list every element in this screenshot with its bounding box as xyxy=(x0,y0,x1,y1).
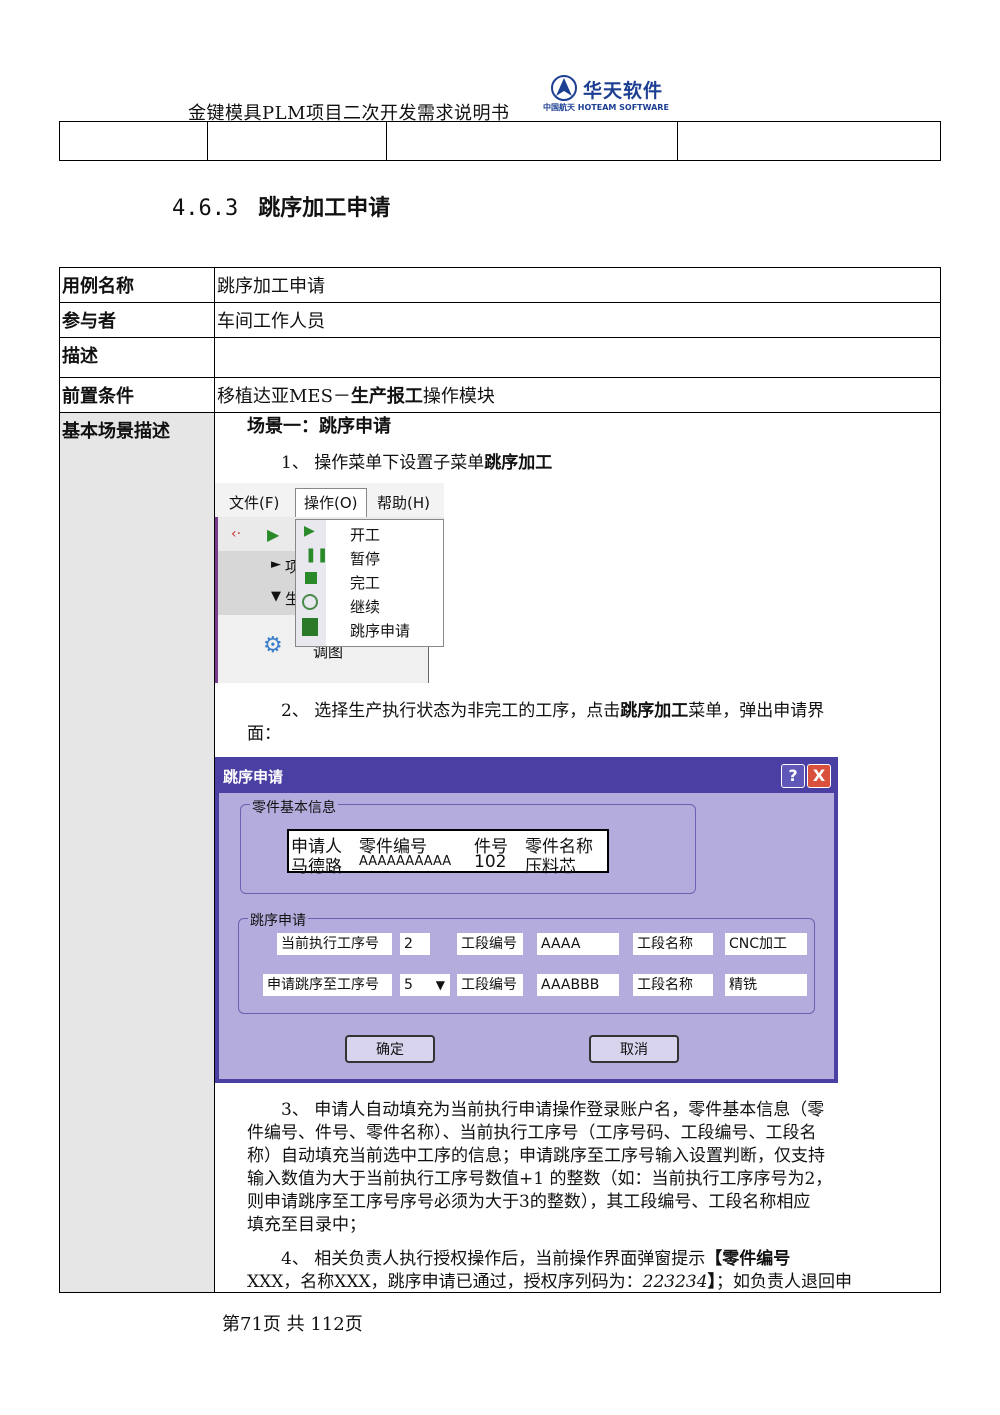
current-segment-no-label: 工段编号 xyxy=(457,933,523,955)
step-3-line-4: 输入数值为大于当前执行工序号数值+1 的整数（如：当前执行工序序号为2， xyxy=(247,1169,833,1189)
step-2-line-2: 面： xyxy=(247,724,281,744)
ok-button[interactable]: 确定 xyxy=(345,1035,435,1063)
stop-icon xyxy=(305,572,317,584)
part-info-group-label: 零件基本信息 xyxy=(250,797,338,817)
current-segment-name-input[interactable]: CNC加工 xyxy=(725,933,807,955)
menu-item-complete[interactable]: 完工 xyxy=(350,572,380,593)
grid-value-applicant: 马德路 xyxy=(291,857,342,877)
step-2-line-1: 2、 选择生产执行状态为非完工的工序，点击跳序加工菜单，弹出申请界 xyxy=(281,701,825,721)
row-label-actor: 参与者 xyxy=(62,311,116,332)
jump-request-dialog: 跳序申请 ? X 零件基本信息 申请人 零件编号 件号 零件名称 马德路 AAA… xyxy=(215,757,838,1083)
pause-icon: ❚❚ xyxy=(305,547,329,563)
resume-icon xyxy=(302,594,318,610)
section-heading: 4.6.3 跳序加工申请 xyxy=(172,190,390,222)
header-table xyxy=(59,121,941,161)
step-3-line-5: 则申请跳序至工序号序号必须为大于3的整数），其工段编号、工段名称相应 xyxy=(247,1192,811,1212)
row-label-use-case-name: 用例名称 xyxy=(62,276,134,297)
menu-screenshot: 文件(F) 操作(O) 帮助(H) ‹· ▶ ► 项 ▼ 生 ⚙ 调图 ▶ ❚❚… xyxy=(215,483,444,683)
menu-file[interactable]: 文件(F) xyxy=(229,492,279,513)
jump-request-group-label: 跳序申请 xyxy=(248,910,308,930)
target-step-select[interactable]: 5 ▼ xyxy=(400,974,450,996)
row-label-precondition: 前置条件 xyxy=(62,386,134,407)
menu-operation[interactable]: 操作(O) xyxy=(304,492,358,513)
start-icon: ▶ xyxy=(304,523,315,539)
target-segment-no-input[interactable]: AAABBB xyxy=(537,974,619,996)
grid-value-part-no: AAAAAAAAAA xyxy=(359,854,452,869)
row-label-basic-scenario: 基本场景描述 xyxy=(62,421,170,442)
step-3-line-3: 称）自动填充当前选中工序的信息；申请跳序至工序号输入设置判断，仅支持 xyxy=(247,1146,825,1166)
part-info-grid: 申请人 零件编号 件号 零件名称 马德路 AAAAAAAAAA 102 压料芯 xyxy=(287,829,609,877)
row-value-precondition: 移植达亚MES－生产报工操作模块 xyxy=(217,386,495,407)
current-step-label: 当前执行工序号 xyxy=(277,933,392,955)
target-segment-no-label: 工段编号 xyxy=(457,974,523,996)
menu-help[interactable]: 帮助(H) xyxy=(377,492,430,513)
help-icon[interactable]: ? xyxy=(781,764,805,788)
gear-icon: ⚙ xyxy=(263,633,283,658)
step-3-line-6: 填充至目录中； xyxy=(247,1215,366,1235)
menu-item-resume[interactable]: 继续 xyxy=(350,596,380,617)
row-value-use-case-name: 跳序加工申请 xyxy=(217,276,325,297)
dialog-title: 跳序申请 xyxy=(223,768,284,786)
back-icon[interactable]: ‹· xyxy=(231,526,241,542)
current-step-input[interactable]: 2 xyxy=(400,933,430,955)
cancel-button[interactable]: 取消 xyxy=(589,1035,679,1063)
close-icon[interactable]: X xyxy=(807,764,831,788)
company-logo: 华天软件 中国航天 HOTEAM SOFTWARE xyxy=(543,74,669,114)
current-segment-name-label: 工段名称 xyxy=(633,933,713,955)
step-3-line-1: 3、 申请人自动填充为当前执行申请操作登录账户名，零件基本信息（零 xyxy=(281,1100,825,1120)
section-number: 4.6.3 xyxy=(172,196,239,221)
step-1: 1、 操作菜单下设置子菜单跳序加工 xyxy=(281,453,553,473)
step-4-line-2: XXX，名称XXX，跳序申请已通过，授权序列码为：223234】；如负责人退回申 xyxy=(247,1272,853,1292)
expand-arrow-icon[interactable]: ► xyxy=(271,557,281,572)
row-label-description: 描述 xyxy=(62,346,98,367)
section-title: 跳序加工申请 xyxy=(258,196,391,221)
jump-request-icon xyxy=(302,618,318,636)
target-segment-name-input[interactable]: 精铣 xyxy=(725,974,807,996)
dropdown-arrow-icon[interactable]: ▼ xyxy=(436,974,445,996)
step-3-line-2: 件编号、件号、零件名称）、当前执行工序号（工序号码、工段编号、工段名 xyxy=(247,1123,817,1143)
grid-value-part-name: 压料芯 xyxy=(525,857,576,877)
logo-subtitle: 中国航天 HOTEAM SOFTWARE xyxy=(543,103,669,112)
grid-value-piece-no: 102 xyxy=(474,852,507,872)
target-segment-name-label: 工段名称 xyxy=(633,974,713,996)
current-segment-no-input[interactable]: AAAA xyxy=(537,933,619,955)
menu-item-start[interactable]: 开工 xyxy=(350,524,380,545)
operation-dropdown: ▶ ❚❚ 开工 暂停 完工 继续 跳序申请 xyxy=(295,519,444,647)
scene-title: 场景一：跳序申请 xyxy=(247,416,391,437)
play-icon[interactable]: ▶ xyxy=(267,525,279,544)
target-step-label: 申请跳序至工序号 xyxy=(263,974,392,996)
page-footer: 第71页 共 112页 xyxy=(222,1314,363,1335)
logo-name: 华天软件 xyxy=(583,80,664,102)
hoteam-logo-icon xyxy=(551,75,577,101)
menu-item-jump-request[interactable]: 跳序申请 xyxy=(350,620,410,641)
row-value-actor: 车间工作人员 xyxy=(217,311,325,332)
menu-item-pause[interactable]: 暂停 xyxy=(350,548,380,569)
collapse-arrow-icon[interactable]: ▼ xyxy=(271,589,281,604)
step-4-line-1: 4、 相关负责人执行授权操作后，当前操作界面弹窗提示【零件编号 xyxy=(281,1249,791,1269)
